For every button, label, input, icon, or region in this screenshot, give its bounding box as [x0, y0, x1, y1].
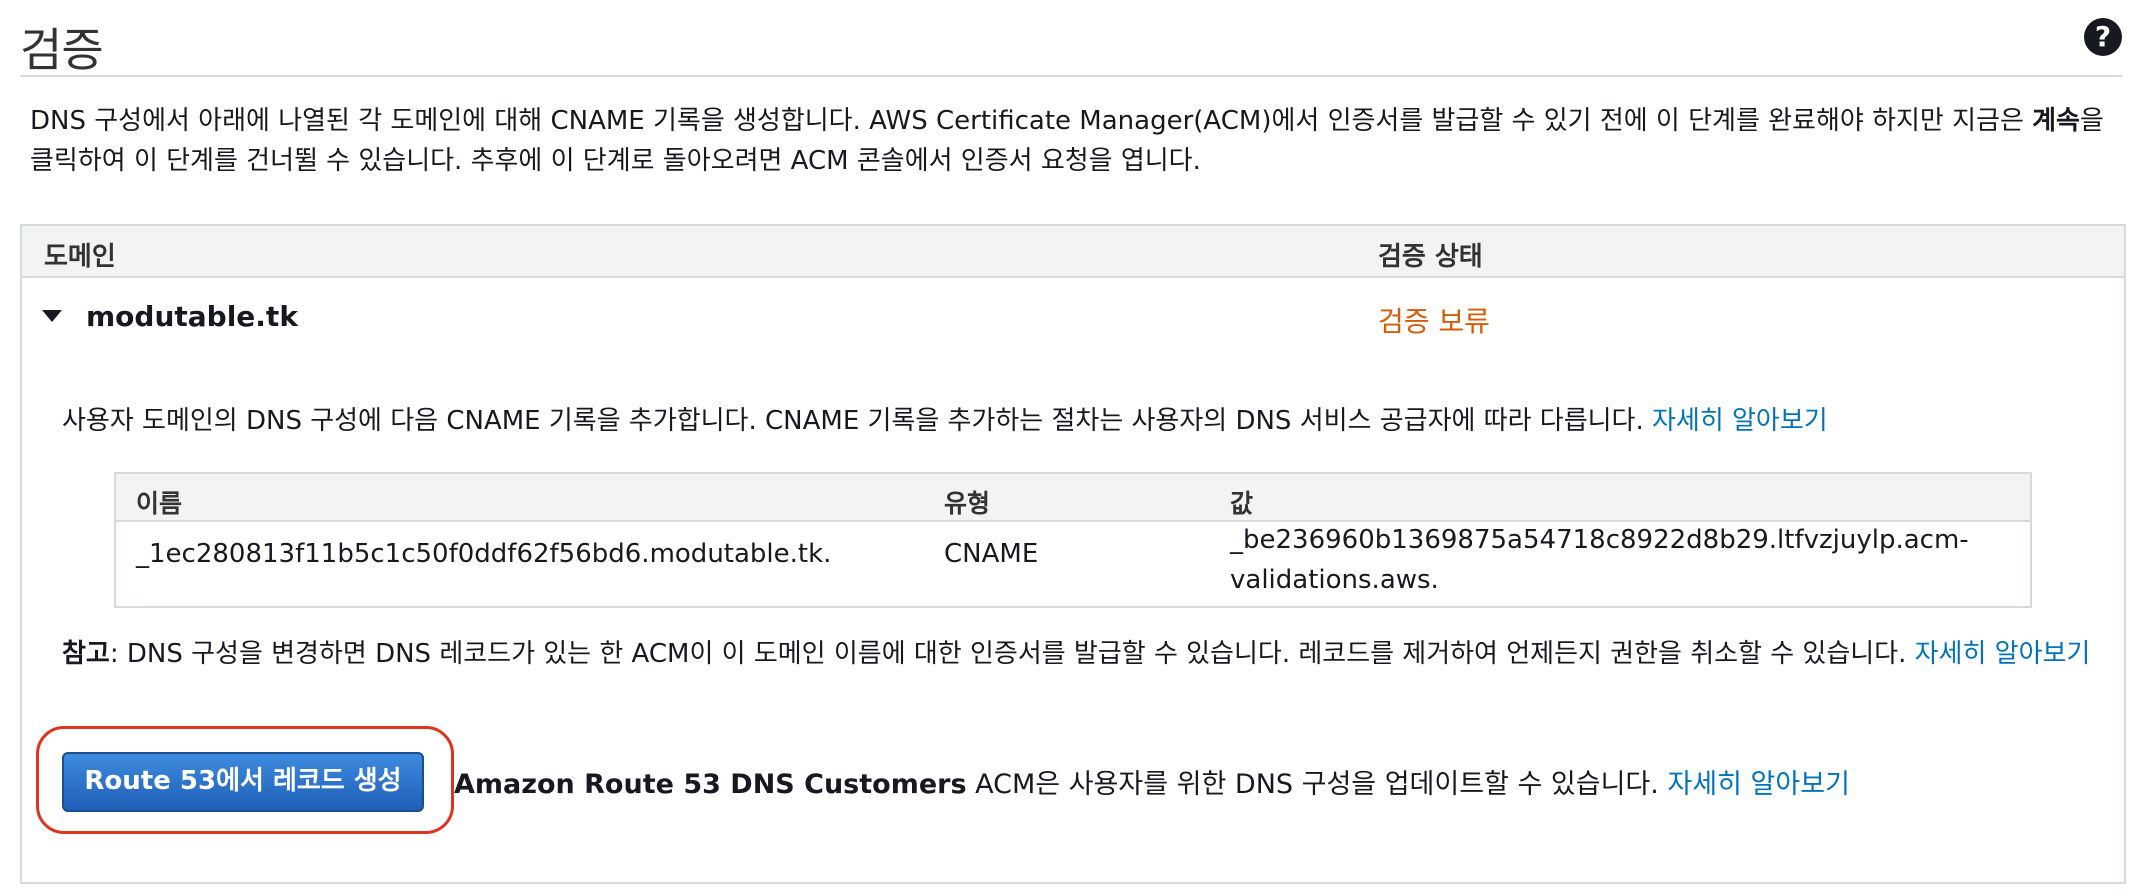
column-header-domain: 도메인 — [44, 242, 116, 272]
record-header-type: 유형 — [944, 489, 991, 518]
cname-record-table: 이름 유형 값 _1ec280813f11b5c1c50f0ddf62f56bd… — [114, 472, 2032, 608]
cname-instructions-text: 사용자 도메인의 DNS 구성에 다음 CNAME 기록을 추가합니다. CNA… — [62, 406, 1652, 436]
create-record-in-route53-button[interactable]: Route 53에서 레코드 생성 — [62, 752, 424, 812]
note-label: 참고 — [62, 639, 110, 669]
validation-status: 검증 보류 — [1378, 305, 1490, 338]
note-body: : DNS 구성을 변경하면 DNS 레코드가 있는 한 ACM이 이 도메인 … — [109, 639, 1915, 669]
record-value-line2: validations.aws. — [1230, 565, 1439, 595]
route53-description: Amazon Route 53 DNS Customers ACM은 사용자를 … — [454, 762, 1850, 801]
cname-record-header: 이름 유형 값 — [116, 474, 2030, 522]
cname-instructions: 사용자 도메인의 DNS 구성에 다음 CNAME 기록을 추가합니다. CNA… — [62, 400, 1828, 437]
intro-text-part1: DNS 구성에서 아래에 나열된 각 도메인에 대해 CNAME 기록을 생성합… — [30, 106, 2033, 136]
learn-more-link[interactable]: 자세히 알아보기 — [1652, 406, 1828, 436]
record-header-value: 값 — [1230, 489, 1254, 518]
route53-learn-more-link[interactable]: 자세히 알아보기 — [1667, 769, 1849, 800]
record-type: CNAME — [944, 539, 1039, 569]
validation-table-header: 도메인 검증 상태 — [22, 226, 2124, 278]
validation-table: 도메인 검증 상태 modutable.tk 검증 보류 사용자 도메인의 DN… — [20, 224, 2126, 884]
route53-customers-label: Amazon Route 53 DNS Customers — [454, 769, 967, 800]
page-title: 검증 — [20, 23, 104, 77]
note-text: 참고: DNS 구성을 변경하면 DNS 레코드가 있는 한 ACM이 이 도메… — [62, 634, 2102, 674]
note-learn-more-link[interactable]: 자세히 알아보기 — [1915, 639, 2091, 669]
intro-continue-emphasis: 계속 — [2032, 106, 2080, 136]
page-header: 검증 ? — [20, 0, 2122, 77]
column-header-status: 검증 상태 — [1378, 242, 1483, 272]
domain-row: modutable.tk 검증 보류 — [22, 278, 2124, 358]
record-name: _1ec280813f11b5c1c50f0ddf62f56bd6.moduta… — [136, 539, 832, 569]
record-value-line1: _be236960b1369875a54718c8922d8b29.ltfvzj… — [1230, 525, 1969, 555]
question-circle-icon[interactable]: ? — [2084, 18, 2122, 56]
record-value: _be236960b1369875a54718c8922d8b29.ltfvzj… — [1230, 520, 2020, 600]
domain-name[interactable]: modutable.tk — [86, 300, 298, 333]
intro-text: DNS 구성에서 아래에 나열된 각 도메인에 대해 CNAME 기록을 생성합… — [30, 101, 2120, 181]
caret-down-icon[interactable] — [42, 310, 62, 322]
route53-description-text: ACM은 사용자를 위한 DNS 구성을 업데이트할 수 있습니다. — [966, 769, 1668, 800]
record-header-name: 이름 — [136, 489, 183, 518]
